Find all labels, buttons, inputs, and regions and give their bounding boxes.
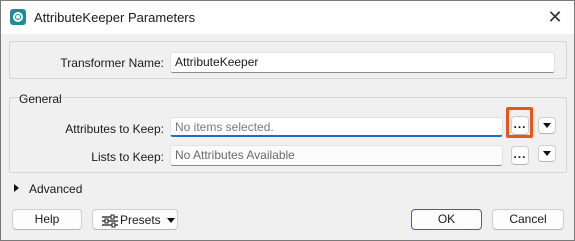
presets-label: Presets [120,213,161,227]
advanced-label[interactable]: Advanced [29,182,82,196]
triangle-right-icon[interactable] [14,184,19,192]
lists-to-keep-label: Lists to Keep: [91,150,164,164]
triangle-down-icon [543,151,551,156]
transformer-name-field[interactable]: AttributeKeeper [170,52,555,73]
help-button[interactable]: Help [12,209,82,230]
window-title: AttributeKeeper Parameters [34,10,196,25]
sliders-icon [102,214,118,228]
browse-highlight [506,107,533,138]
attributes-to-keep-label: Attributes to Keep: [65,122,164,136]
attributekeeper-dialog: AttributeKeeper Parameters ✕ Transformer… [0,0,575,241]
cancel-button[interactable]: Cancel [492,209,564,230]
attributes-to-keep-field[interactable]: No items selected. [170,117,503,137]
ok-button[interactable]: OK [411,209,482,230]
presets-button[interactable]: Presets [92,209,178,230]
lists-browse-button[interactable]: ... [511,146,529,165]
triangle-down-icon [167,218,175,223]
close-icon[interactable]: ✕ [544,6,566,28]
general-group-label: General [19,92,62,106]
triangle-down-icon [543,123,551,128]
app-icon [10,9,26,25]
attributes-dropdown-button[interactable] [538,117,556,134]
transformer-name-label: Transformer Name: [60,56,164,70]
lists-to-keep-field[interactable]: No Attributes Available [170,145,503,166]
title-bar: AttributeKeeper Parameters ✕ [1,1,574,34]
lists-dropdown-button[interactable] [538,145,556,162]
